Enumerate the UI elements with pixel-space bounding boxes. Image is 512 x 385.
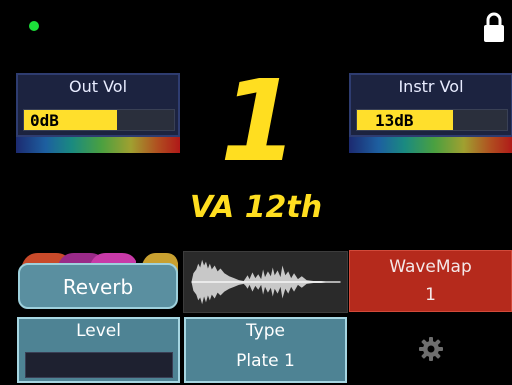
out-vol-value: 0dB xyxy=(30,111,59,130)
instr-level-meter xyxy=(349,137,512,153)
type-value: Plate 1 xyxy=(236,351,295,371)
wavemap-button[interactable]: WaveMap 1 xyxy=(349,250,512,312)
instr-vol-slider[interactable]: 13dB xyxy=(356,109,508,131)
status-led xyxy=(29,21,39,31)
gear-icon[interactable] xyxy=(418,336,444,362)
instr-vol-value: 13dB xyxy=(375,111,414,130)
preset-name[interactable]: VA 12th xyxy=(140,190,372,225)
instr-vol-control[interactable]: Instr Vol 13dB xyxy=(349,73,512,137)
out-vol-control[interactable]: Out Vol 0dB xyxy=(16,73,180,137)
wavemap-value: 1 xyxy=(425,285,436,305)
preset-number[interactable]: 1 xyxy=(220,62,298,182)
level-label: Level xyxy=(76,321,121,341)
wavemap-label: WaveMap xyxy=(389,257,472,277)
instr-vol-label: Instr Vol xyxy=(398,77,464,96)
level-param[interactable]: Level xyxy=(17,317,180,383)
level-slider[interactable] xyxy=(25,352,173,378)
out-vol-slider[interactable]: 0dB xyxy=(23,109,175,131)
type-label: Type xyxy=(245,321,286,341)
out-vol-label: Out Vol xyxy=(68,77,128,96)
out-level-meter xyxy=(16,137,180,153)
effect-button[interactable]: Reverb xyxy=(18,263,178,309)
type-param[interactable]: Type Plate 1 xyxy=(184,317,347,383)
effect-label: Reverb xyxy=(62,275,134,299)
lock-icon[interactable] xyxy=(483,12,505,42)
waveform-display xyxy=(183,251,348,313)
